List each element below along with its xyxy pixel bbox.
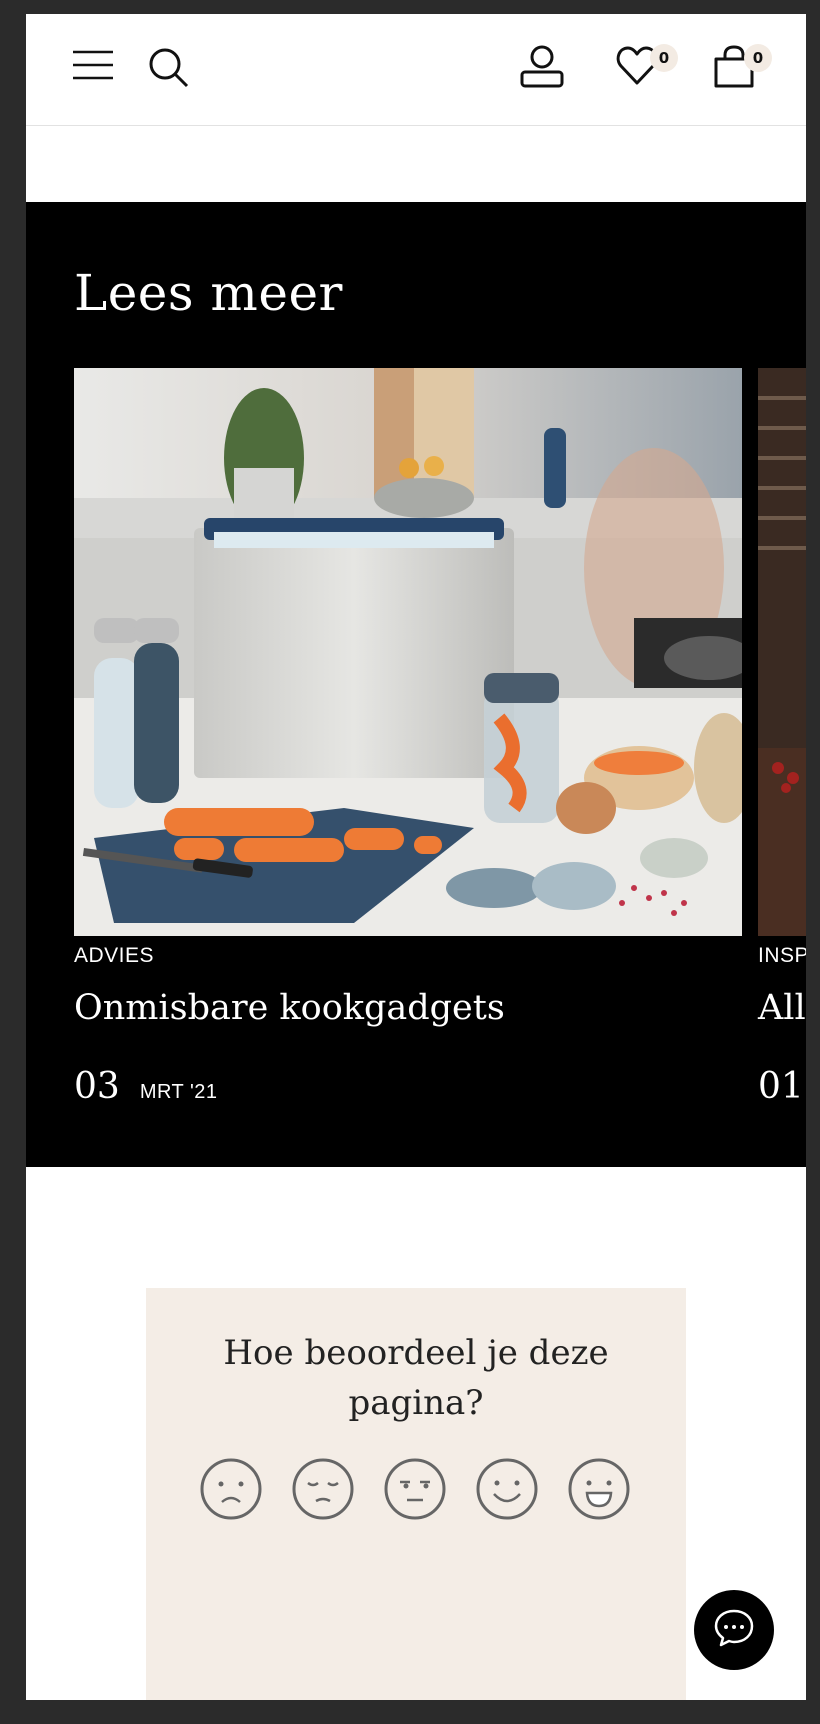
article-card[interactable]: ADVIES Onmisbare kookgadgets 03 MRT '21 xyxy=(74,368,742,1107)
article-title[interactable]: Onmisbare kookgadgets xyxy=(74,988,742,1028)
happy-face-icon[interactable] xyxy=(476,1458,538,1520)
rating-faces xyxy=(200,1458,630,1520)
article-category: ADVIES xyxy=(74,944,155,967)
chat-button[interactable] xyxy=(694,1590,774,1670)
article-date: 01 xyxy=(758,1066,806,1107)
section-title: Lees meer xyxy=(74,264,343,322)
page-rating-widget: Hoe beoordeel je deze pagina? xyxy=(146,1288,686,1700)
article-image xyxy=(758,368,806,936)
page-frame: 0 0 Lees meer ADVIES Onmisbare kookgadge… xyxy=(26,14,806,1700)
account-icon[interactable] xyxy=(520,45,564,89)
site-header: 0 0 xyxy=(26,14,806,126)
cart-count-badge: 0 xyxy=(744,44,772,72)
unhappy-face-icon[interactable] xyxy=(292,1458,354,1520)
very-happy-face-icon[interactable] xyxy=(568,1458,630,1520)
very-unhappy-face-icon[interactable] xyxy=(200,1458,262,1520)
article-title[interactable]: All xyxy=(758,988,806,1028)
hamburger-icon[interactable] xyxy=(73,50,113,80)
article-category: INSP xyxy=(758,944,806,967)
rating-question: Hoe beoordeel je deze pagina? xyxy=(223,1333,609,1423)
article-date: 03 MRT '21 xyxy=(74,1066,742,1107)
article-image xyxy=(74,368,742,936)
article-card[interactable]: INSP All 01 xyxy=(758,368,806,1107)
date-day: 01 xyxy=(758,1066,804,1107)
neutral-face-icon[interactable] xyxy=(384,1458,446,1520)
wishlist-count-badge: 0 xyxy=(650,44,678,72)
search-icon[interactable] xyxy=(148,47,190,89)
date-day: 03 xyxy=(74,1066,120,1107)
read-more-section: Lees meer ADVIES Onmisbare kookgadgets 0… xyxy=(26,202,806,1167)
chat-bubble-icon xyxy=(713,1608,755,1653)
date-month: MRT '21 xyxy=(139,1081,218,1103)
